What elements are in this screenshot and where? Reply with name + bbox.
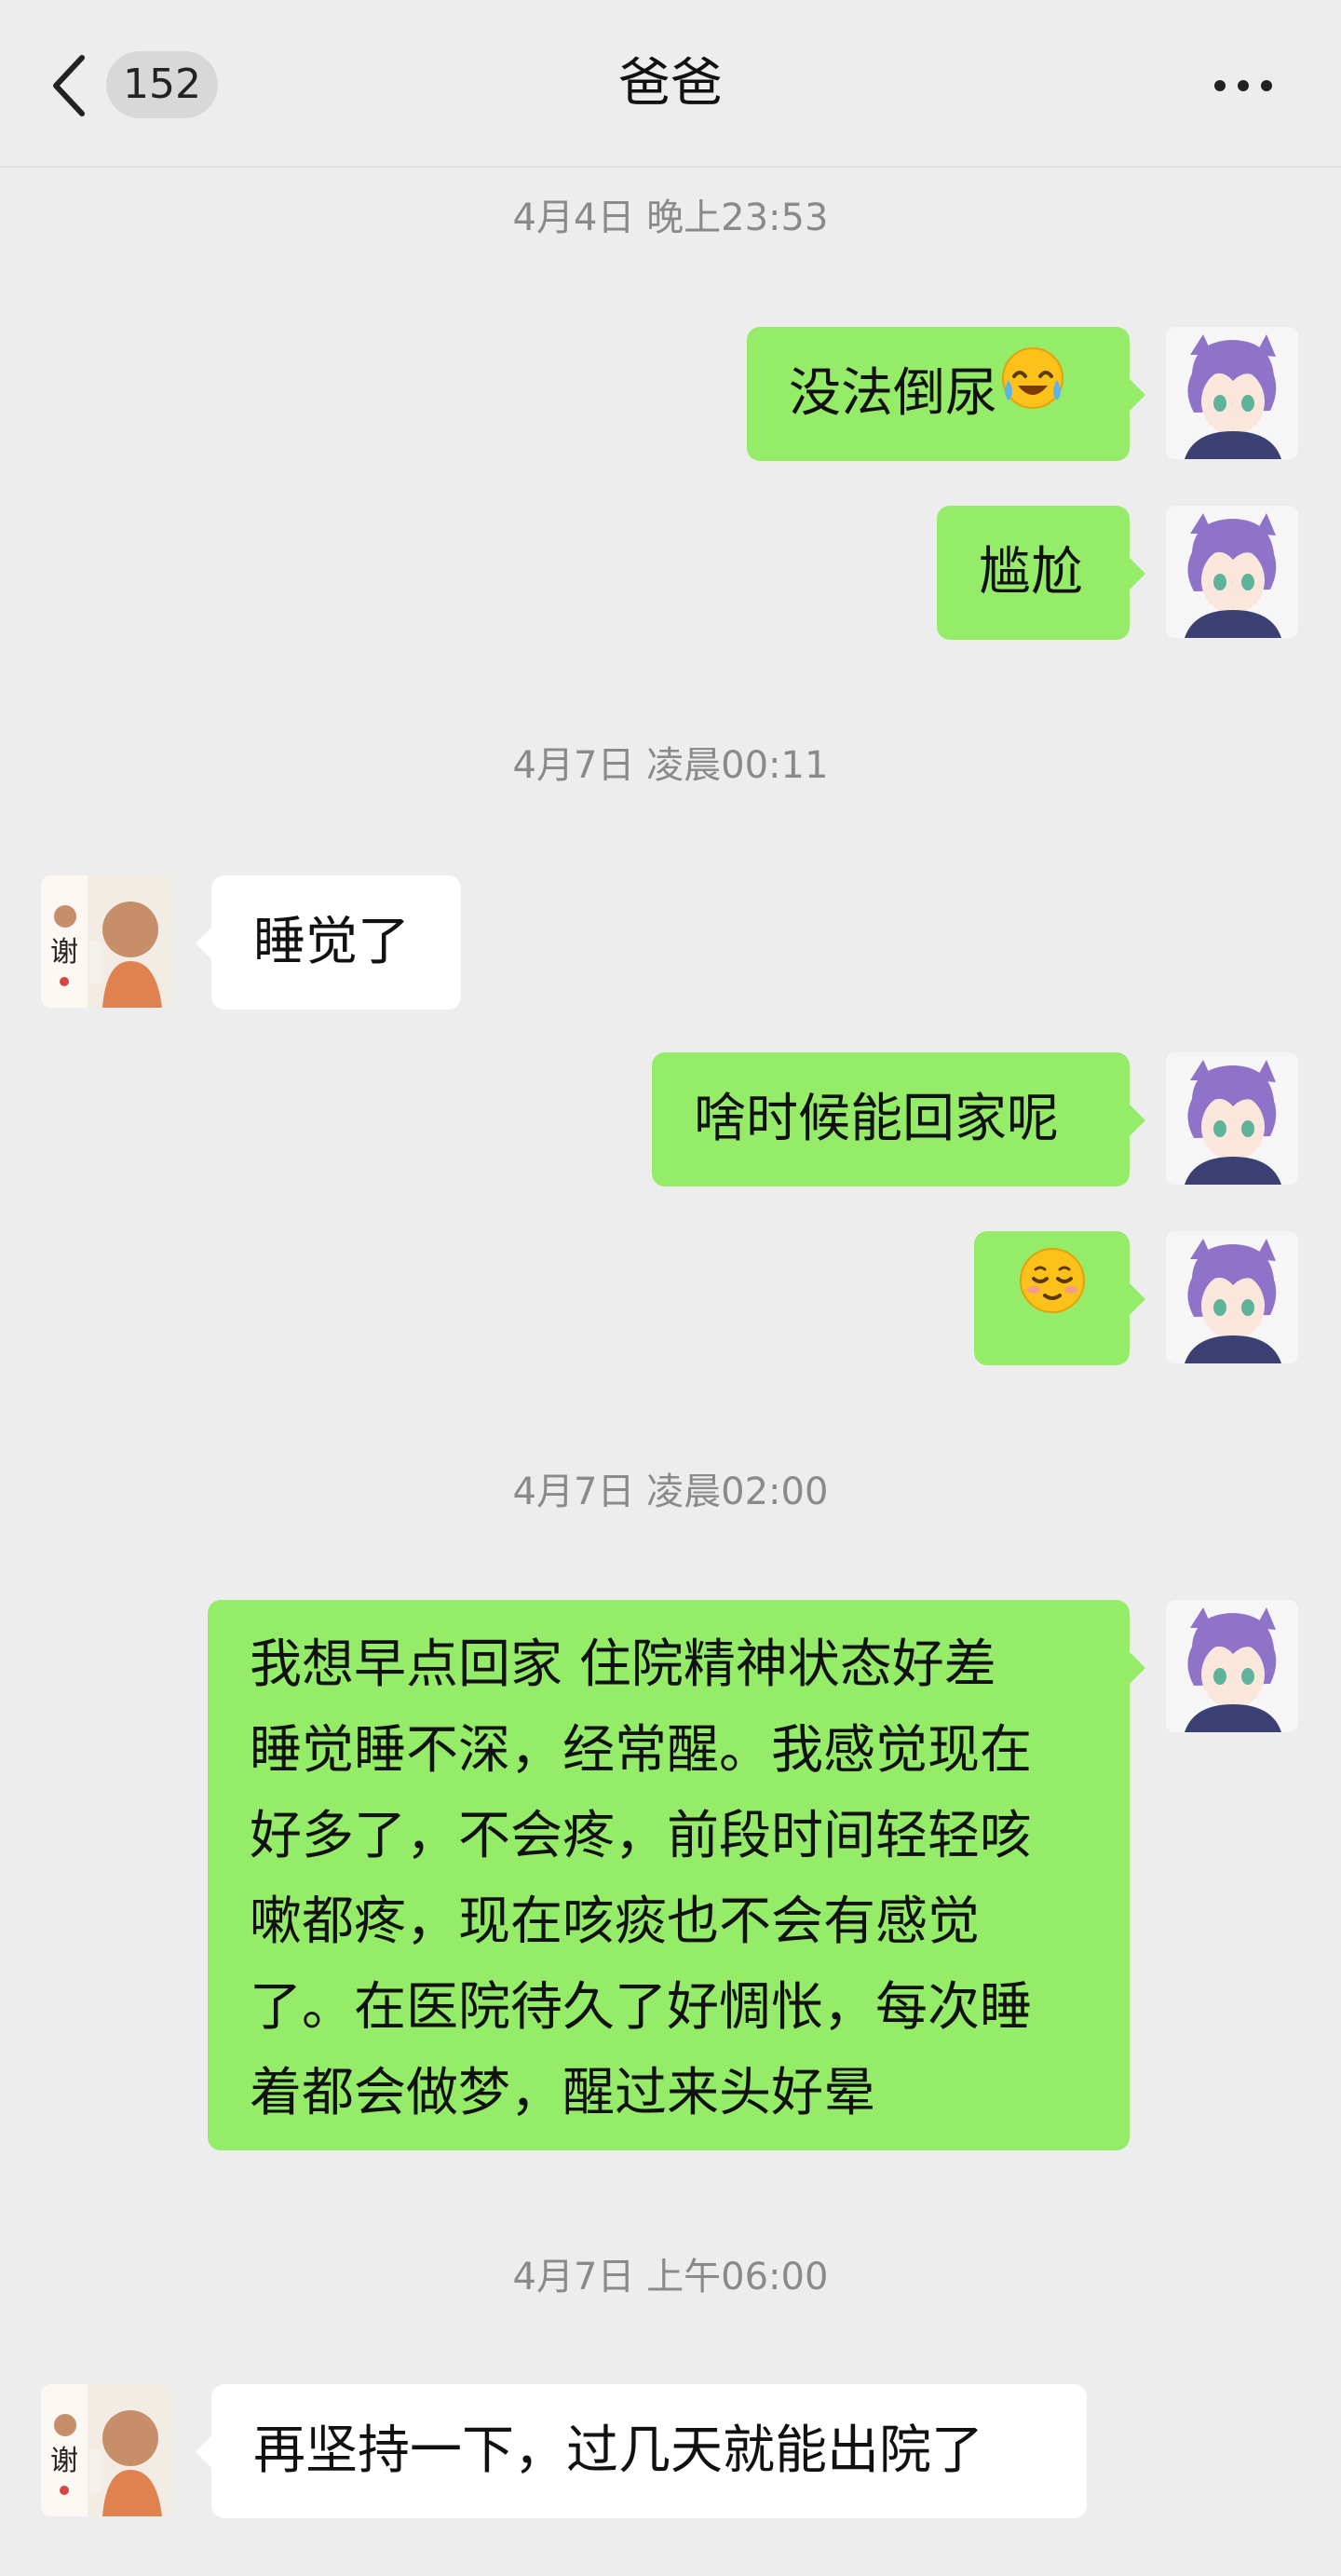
message-line: 睡觉睡不深，经常醒。我感觉现在 [250,1720,1032,1781]
message-timestamp: 4月7日 凌晨00:11 [512,744,829,787]
unread-count-badge[interactable]: 152 [106,51,218,118]
contact-avatar[interactable]: 谢 [41,875,173,1008]
my-avatar[interactable] [1166,1231,1298,1363]
my-avatar[interactable] [1166,327,1298,459]
my-avatar[interactable] [1166,506,1298,638]
message-line: 着都会做梦，醒过来头好晕 [250,2063,875,2123]
message-line: 好多了，不会疼，前段时间轻轻咳 [250,1806,1032,1866]
chat-title: 爸爸 [618,53,723,114]
message-text: 没法倒尿 [789,363,997,424]
contact-avatar[interactable]: 谢 [41,2384,173,2516]
message-timestamp: 4月7日 上午06:00 [512,2256,829,2298]
message-timestamp: 4月7日 凌晨02:00 [512,1471,829,1513]
received-message-bubble[interactable]: 再坚持一下，过几天就能出院了 [196,2384,1087,2518]
sent-message-bubble[interactable]: 尴尬 [937,506,1145,640]
message-text: 再坚持一下，过几天就能出院了 [253,2420,983,2481]
message-text: 睡觉了 [253,912,410,972]
crying-laughing-face-icon [997,330,1068,464]
my-avatar[interactable] [1166,1600,1298,1732]
message-text: 尴尬 [979,542,1083,603]
avatar-char: 谢 [50,936,78,969]
sent-message-bubble[interactable]: 我想早点回家 住院精神状态好差 睡觉睡不深，经常醒。我感觉现在 好多了，不会疼，… [208,1600,1145,2150]
relieved-face-icon [1015,1234,1090,1368]
sent-message-bubble[interactable] [974,1231,1145,1368]
message-line: 了。在医院待久了好惆怅，每次睡 [250,1977,1032,2038]
message-line: 嗽都疼，现在咳痰也不会有感觉 [250,1891,980,1952]
message-line: 我想早点回家 住院精神状态好差 [250,1634,996,1695]
my-avatar[interactable] [1166,1052,1298,1185]
received-message-bubble[interactable]: 睡觉了 [196,875,461,1010]
message-timestamp: 4月4日 晚上23:53 [512,197,829,239]
more-options-icon[interactable] [1211,65,1276,106]
avatar-char: 谢 [50,2445,78,2477]
sent-message-bubble[interactable]: 啥时候能回家呢 [652,1052,1145,1186]
back-arrow-icon[interactable] [47,50,93,121]
chat-header: 152 爸爸 [0,0,1341,168]
message-text: 啥时候能回家呢 [694,1089,1059,1149]
sent-message-bubble[interactable]: 没法倒尿 [747,327,1145,464]
